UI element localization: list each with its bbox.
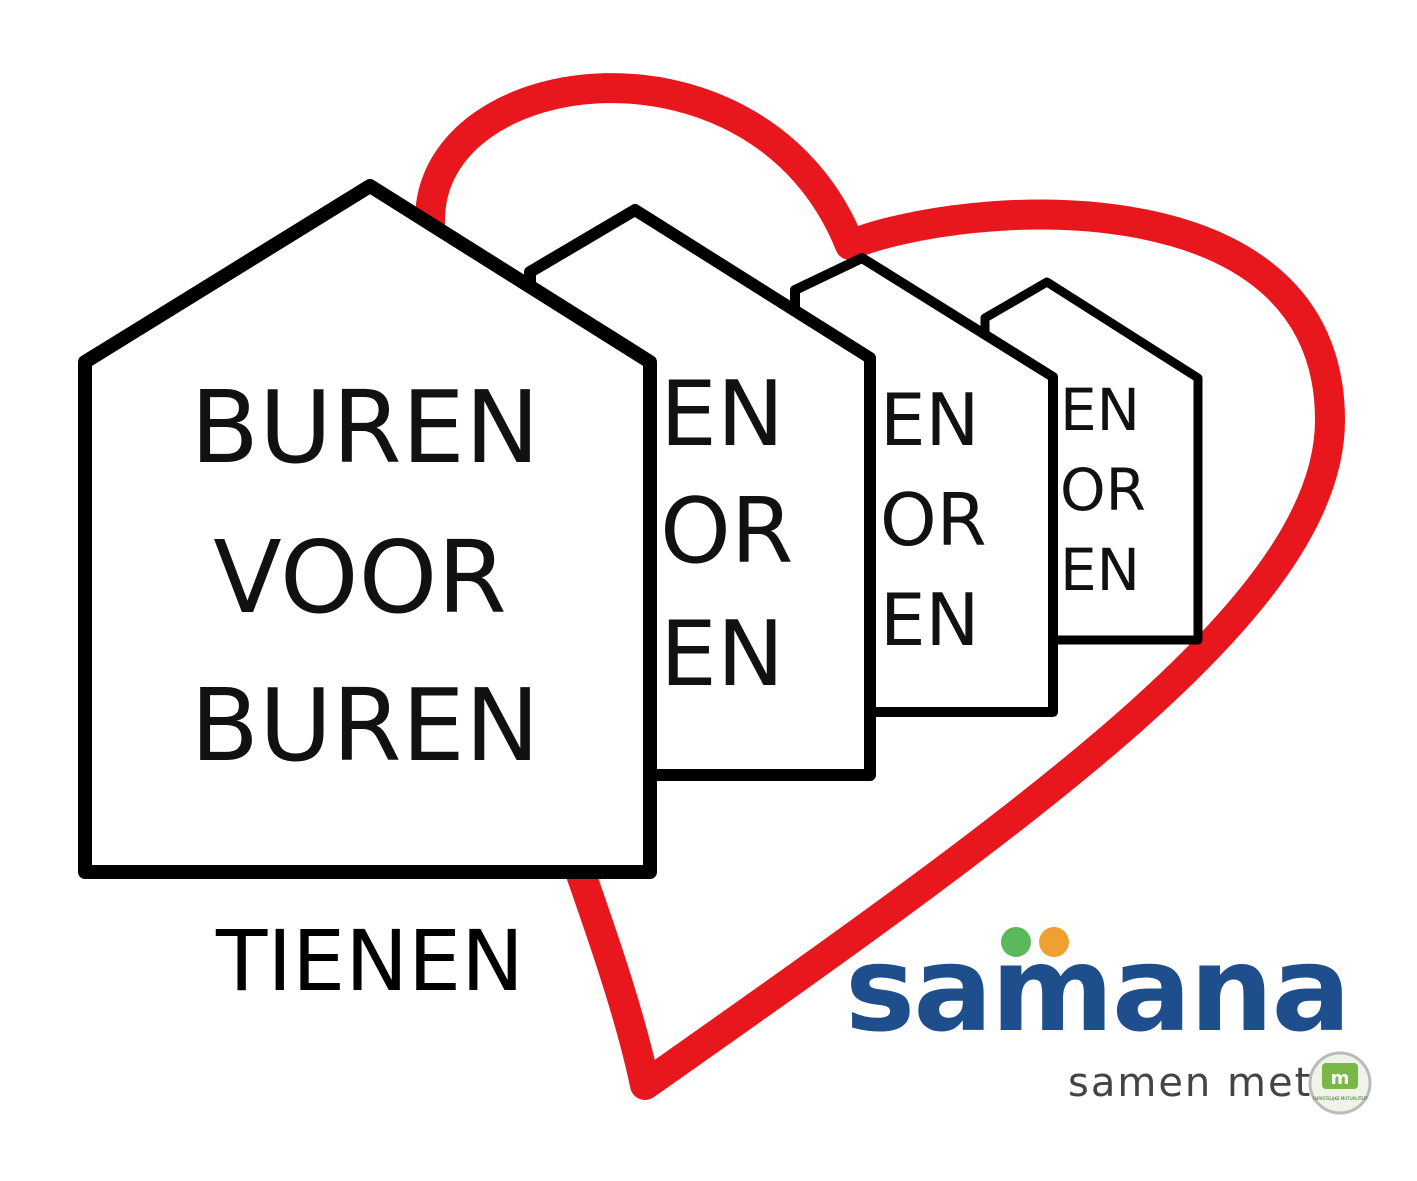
svg-text:m: m bbox=[1331, 1068, 1350, 1089]
house-2-line1: EN bbox=[660, 362, 784, 467]
house-3-line1: EN bbox=[880, 378, 979, 462]
house-4-line3: EN bbox=[1060, 536, 1140, 604]
buren-voor-buren-logo: EN OR EN EN OR EN EN OR EN BUREN VOOR BU… bbox=[78, 73, 1372, 1115]
city-name: TIENEN bbox=[215, 912, 524, 1010]
samana-logo: samana samen met m CHRISTELIJKE MUTUALIT… bbox=[845, 920, 1372, 1115]
house-3-line2: OR bbox=[880, 478, 987, 562]
samana-tagline: samen met bbox=[1068, 1060, 1312, 1106]
house-2-line2: OR bbox=[660, 479, 793, 584]
cm-badge-icon: m CHRISTELIJKE MUTUALITEIT bbox=[1308, 1051, 1372, 1115]
cm-badge-text: CHRISTELIJKE MUTUALITEIT bbox=[1313, 1096, 1368, 1101]
house-1-line2: VOOR bbox=[213, 519, 507, 636]
house-1-line1: BUREN bbox=[190, 369, 539, 486]
house-2-line3: EN bbox=[660, 602, 784, 707]
house-4-line1: EN bbox=[1060, 376, 1140, 444]
house-1-line3: BUREN bbox=[190, 667, 539, 784]
samana-wordmark: samana bbox=[845, 920, 1349, 1058]
house-3-line3: EN bbox=[880, 578, 979, 662]
house-4-line2: OR bbox=[1060, 456, 1146, 524]
